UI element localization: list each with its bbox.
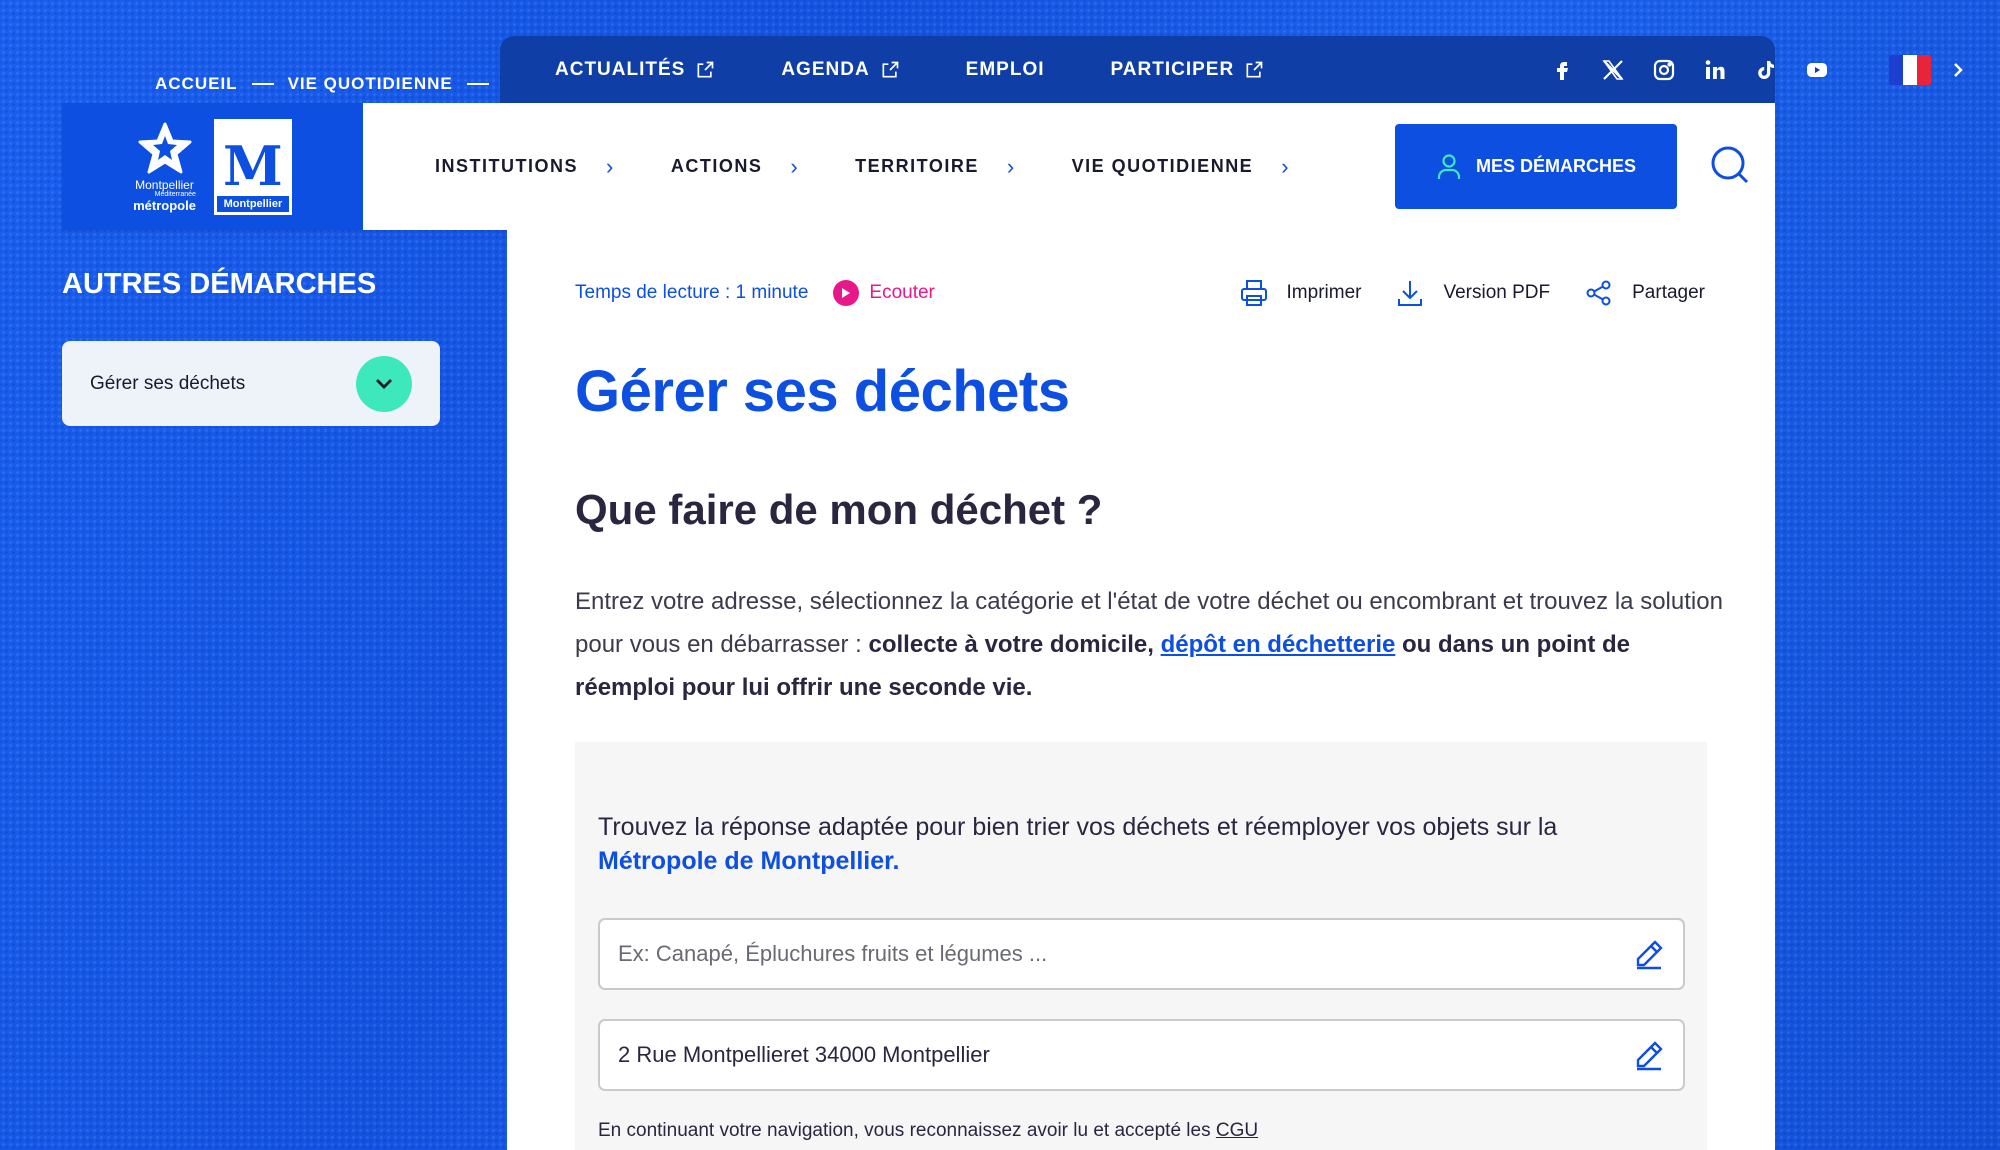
social-links [1550, 58, 1829, 82]
chevron-right-icon: › [790, 153, 800, 179]
intro-bold-collecte: collecte à votre domicile, [868, 631, 1154, 658]
topbar-link-participer[interactable]: PARTICIPER [1111, 59, 1265, 81]
print-label: Imprimer [1286, 282, 1362, 303]
share-label: Partager [1632, 282, 1705, 303]
cgu-text: En continuant votre navigation, vous rec… [598, 1120, 1216, 1141]
share-button[interactable]: Partager [1584, 278, 1705, 308]
waste-search-input[interactable]: Ex: Canapé, Épluchures fruits et légumes… [598, 918, 1685, 990]
listen-button[interactable]: Ecouter [833, 280, 935, 306]
chevron-right-icon [1954, 62, 1963, 77]
x-icon[interactable] [1601, 58, 1625, 82]
nav-item-actions[interactable]: ACTIONS › [671, 154, 799, 180]
main-content: Temps de lecture : 1 minute Ecouter Impr… [507, 230, 1775, 1150]
topbar-link-agenda[interactable]: AGENDA [781, 59, 899, 81]
printer-icon [1240, 280, 1267, 306]
cgu-link[interactable]: CGU [1216, 1120, 1258, 1141]
play-icon [833, 280, 860, 306]
sidebar-title: AUTRES DÉMARCHES [62, 268, 377, 300]
breadcrumb-home[interactable]: ACCUEIL [155, 74, 238, 94]
top-bar: ACTUALITÉS AGENDA EMPLOI PARTICIPER [500, 36, 1963, 103]
article-tools: Imprimer Version PDF Partager [1239, 278, 1705, 308]
nav-item-label: TERRITOIRE [855, 156, 979, 176]
breadcrumb-separator [251, 83, 274, 85]
chevron-down-icon [376, 378, 392, 389]
breadcrumb-vie-quotidienne[interactable]: VIE QUOTIDIENNE [288, 74, 453, 94]
address-input[interactable]: 2 Rue Montpellieret 34000 Montpellier [598, 1019, 1685, 1091]
intro-paragraph: Entrez votre adresse, sélectionnez la ca… [575, 580, 1725, 709]
pdf-button[interactable]: Version PDF [1395, 278, 1550, 308]
logo-block[interactable]: Montpellier Méditerranée métropole M Mon… [62, 103, 363, 230]
section-title: Que faire de mon déchet ? [575, 486, 1103, 533]
demarches-dropdown[interactable]: Gérer ses déchets [62, 341, 440, 426]
cgu-notice: En continuant votre navigation, vous rec… [598, 1120, 1258, 1142]
dropdown-selected-value: Gérer ses déchets [90, 372, 246, 394]
montpellier-city-logo: M Montpellier [213, 118, 292, 215]
nav-item-label: ACTIONS [670, 156, 763, 176]
nav-item-vie-quotidienne[interactable]: VIE QUOTIDIENNE › [1072, 154, 1290, 180]
user-icon [1437, 153, 1461, 179]
external-link-icon [882, 61, 899, 77]
linkedin-icon[interactable] [1703, 58, 1727, 82]
external-link-icon [1246, 61, 1263, 77]
pdf-label: Version PDF [1443, 282, 1551, 303]
download-icon [1398, 281, 1423, 306]
star-logo-icon [138, 122, 191, 174]
pencil-icon [1636, 1041, 1663, 1071]
main-header: Montpellier Méditerranée métropole M Mon… [62, 103, 1775, 230]
topbar-link-label: PARTICIPER [1110, 58, 1235, 80]
tiktok-icon[interactable] [1754, 58, 1778, 82]
youtube-icon[interactable] [1805, 58, 1829, 82]
external-link-icon [697, 61, 714, 77]
waste-search-widget: Trouvez la réponse adaptée pour bien tri… [575, 742, 1707, 1150]
address-value: 2 Rue Montpellieret 34000 Montpellier [618, 1042, 990, 1067]
topbar-link-label: EMPLOI [965, 58, 1045, 80]
search-icon[interactable] [1710, 145, 1750, 185]
nav-item-label: VIE QUOTIDIENNE [1071, 156, 1254, 176]
listen-label: Ecouter [869, 282, 935, 303]
widget-intro: Trouvez la réponse adaptée pour bien tri… [598, 810, 1598, 878]
fr-flag-icon [1889, 54, 1932, 85]
logo-city-name: Montpellier [216, 195, 289, 212]
logo-letter: M [223, 133, 283, 198]
mes-demarches-button[interactable]: MES DÉMARCHES [1395, 124, 1677, 209]
print-button[interactable]: Imprimer [1239, 278, 1362, 308]
nav-item-territoire[interactable]: TERRITOIRE › [855, 154, 1016, 180]
metropole-logo: Montpellier Méditerranée métropole [133, 121, 196, 212]
language-selector[interactable] [1889, 54, 1965, 85]
chevron-right-icon: › [1281, 153, 1291, 179]
share-icon [1586, 280, 1611, 306]
dropdown-toggle[interactable] [356, 355, 412, 412]
nav-item-label: INSTITUTIONS [435, 156, 578, 176]
widget-text-bold: Métropole de Montpellier. [598, 847, 900, 875]
page-title: Gérer ses déchets [575, 359, 1070, 424]
breadcrumb: ACCUEIL VIE QUOTIDIENNE [155, 74, 489, 94]
mes-demarches-label: MES DÉMARCHES [1475, 156, 1636, 176]
instagram-icon[interactable] [1652, 58, 1676, 82]
logo-text-montpellier: Montpellier [135, 178, 194, 192]
search-placeholder: Ex: Canapé, Épluchures fruits et légumes… [618, 941, 1048, 966]
breadcrumb-separator [466, 83, 489, 85]
decheterie-link[interactable]: dépôt en déchetterie [1161, 631, 1396, 658]
article-meta: Temps de lecture : 1 minute Ecouter Impr… [575, 278, 1705, 308]
topbar-link-actualites[interactable]: ACTUALITÉS [555, 59, 715, 81]
facebook-icon[interactable] [1550, 58, 1574, 82]
topbar-link-label: AGENDA [781, 58, 870, 80]
topbar-link-label: ACTUALITÉS [555, 58, 686, 80]
chevron-right-icon: › [1006, 153, 1016, 179]
main-nav: INSTITUTIONS › ACTIONS › TERRITOIRE › VI… [435, 154, 1346, 180]
topbar-link-emploi[interactable]: EMPLOI [966, 59, 1045, 81]
chevron-right-icon: › [606, 153, 615, 179]
widget-text: Trouvez la réponse adaptée pour bien tri… [598, 813, 1558, 841]
reading-time: Temps de lecture : 1 minute [575, 282, 809, 303]
logo-text-metropole: métropole [133, 198, 196, 213]
nav-item-institutions[interactable]: INSTITUTIONS › [435, 154, 615, 180]
pencil-icon [1636, 940, 1663, 970]
